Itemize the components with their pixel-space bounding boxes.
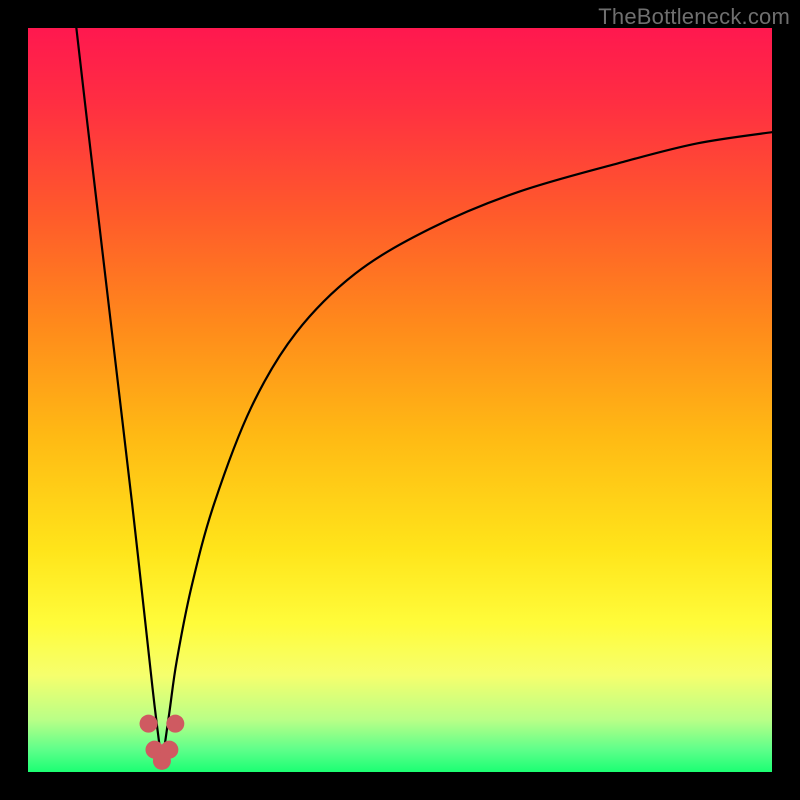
gradient-background bbox=[28, 28, 772, 772]
valley-marker bbox=[160, 741, 178, 759]
chart-frame bbox=[28, 28, 772, 772]
valley-marker bbox=[140, 715, 158, 733]
valley-marker bbox=[166, 715, 184, 733]
watermark-text: TheBottleneck.com bbox=[598, 4, 790, 30]
bottleneck-chart bbox=[28, 28, 772, 772]
